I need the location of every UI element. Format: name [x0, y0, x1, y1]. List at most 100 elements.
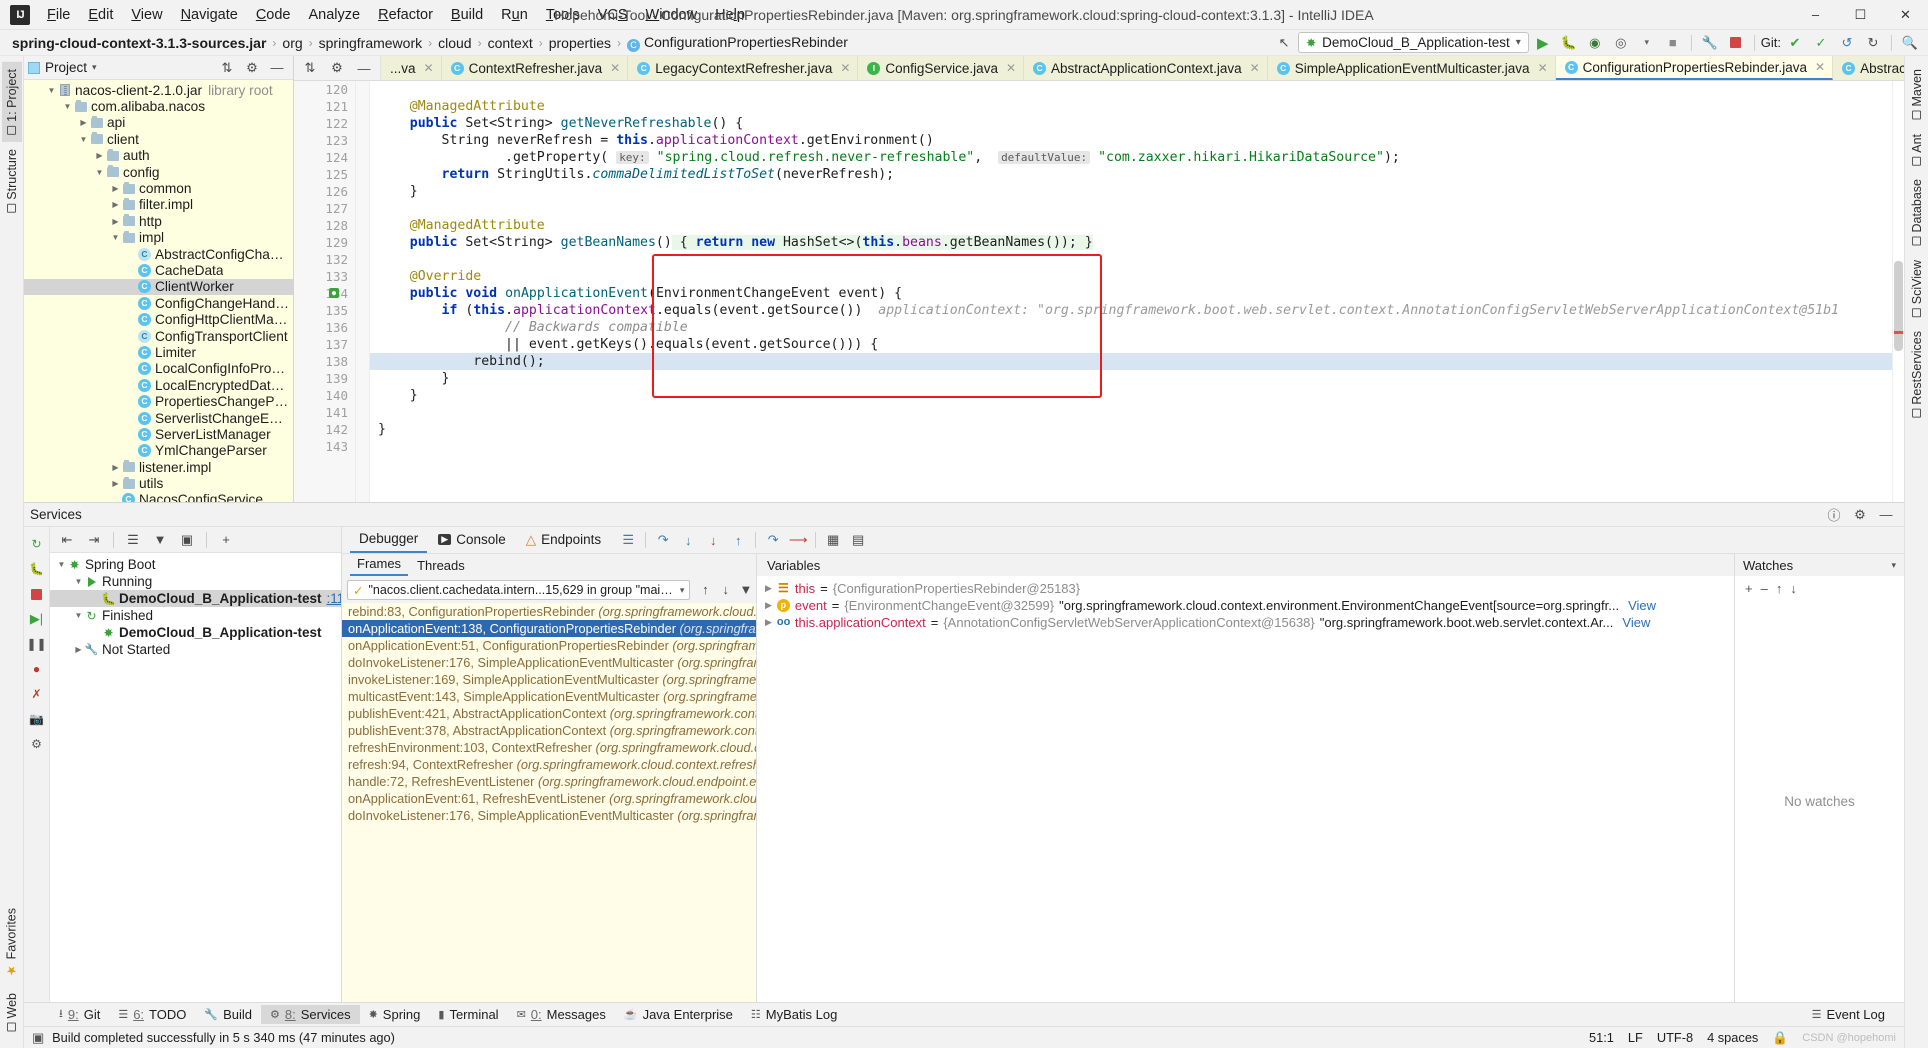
mute-icon[interactable]: ✗	[28, 685, 46, 703]
frame-row[interactable]: onApplicationEvent:138, ConfigurationPro…	[342, 620, 756, 637]
chevron-down-icon[interactable]: ▾	[1891, 560, 1896, 571]
tree-twisty-icon[interactable]: ▼	[94, 168, 105, 177]
expand-icon[interactable]: ▶	[765, 597, 772, 614]
project-tree-row[interactable]: C ConfigTransportClient	[24, 328, 293, 344]
sidebar-item-restservices[interactable]: RestServices	[1907, 324, 1927, 425]
thread-selector[interactable]: ✓ "nacos.client.cachedata.intern...15,62…	[347, 580, 691, 600]
close-icon[interactable]: ✕	[840, 61, 850, 75]
resume-icon[interactable]: ▶|	[28, 610, 46, 628]
project-tree-row[interactable]: ▶ utils	[24, 475, 293, 491]
code-line[interactable]: if (this.applicationContext.equals(event…	[378, 302, 1904, 319]
tree-twisty-icon[interactable]: ▼	[56, 560, 67, 569]
gutter-line-number[interactable]: 124	[294, 149, 355, 166]
menu-item-build[interactable]: Build	[442, 3, 492, 27]
tool-window-button-spring[interactable]: ✸ Spring	[360, 1005, 430, 1024]
code-line[interactable]: return StringUtils.commaDelimitedListToS…	[378, 166, 1904, 183]
project-tree-row[interactable]: ▼ nacos-client-2.1.0.jar library root	[24, 82, 293, 98]
code-line[interactable]: }	[378, 421, 1904, 438]
sidebar-item-web[interactable]: Web	[2, 986, 22, 1038]
remove-icon[interactable]: –	[1761, 581, 1768, 596]
run-with-coverage-icon[interactable]: ◉	[1583, 32, 1607, 54]
sidebar-item-database[interactable]: Database	[1907, 172, 1927, 253]
tree-twisty-icon[interactable]: ▶	[78, 118, 89, 127]
breadcrumb-root[interactable]: spring-cloud-context-3.1.3-sources.jar	[10, 35, 268, 51]
menu-item-window[interactable]: Window	[637, 3, 707, 27]
project-tree-row[interactable]: CPropertiesChangeParser	[24, 393, 293, 409]
settings-icon[interactable]: ⚙	[325, 57, 349, 79]
hide-icon[interactable]: —	[352, 57, 376, 79]
gutter-line-number[interactable]: 132	[294, 251, 355, 268]
pause-icon[interactable]: ❚❚	[26, 635, 46, 653]
tab-frames[interactable]: Frames	[350, 554, 409, 576]
editor-tab[interactable]: CAbstractApplicationEv✕	[1833, 56, 1904, 80]
sidebar-item-structure[interactable]: Structure	[2, 142, 22, 220]
project-tree-row[interactable]: C Limiter	[24, 344, 293, 360]
stop-icon[interactable]	[28, 585, 46, 603]
project-tree-row[interactable]: CLocalConfigInfoProcessor	[24, 361, 293, 377]
tool-window-button-mybatis-log[interactable]: ☷ MyBatis Log	[742, 1005, 846, 1024]
commit-icon[interactable]: ✓	[1809, 32, 1833, 54]
sidebar-item-sciview[interactable]: SciView	[1907, 253, 1927, 324]
step-out-icon[interactable]: ↑	[726, 529, 750, 551]
services-tree-row[interactable]: ✸ DemoCloud_B_Application-test	[50, 624, 341, 641]
step-into-icon[interactable]: ↓	[676, 529, 700, 551]
close-icon[interactable]: ✕	[424, 61, 434, 75]
gutter-line-number[interactable]: 122−	[294, 115, 367, 132]
menu-item-vcs[interactable]: VCS	[589, 3, 637, 27]
project-tree-row[interactable]: C ClientWorker	[24, 278, 293, 296]
frame-row[interactable]: handle:72, RefreshEventListener (org.spr…	[342, 773, 756, 790]
project-tree-row[interactable]: C ServerlistChangeEvent	[24, 410, 293, 426]
tree-twisty-icon[interactable]: ▶	[110, 479, 121, 488]
menu-item-edit[interactable]: Edit	[79, 3, 122, 27]
down-arrow-icon[interactable]: ↓	[716, 579, 736, 601]
project-tree-row[interactable]: ▶ http	[24, 213, 293, 229]
editor-tab[interactable]: C ContextRefresher.java ✕	[441, 56, 629, 80]
menu-item-run[interactable]: Run	[492, 3, 537, 27]
project-tree-row[interactable]: ▼ config	[24, 164, 293, 180]
check-icon[interactable]: ✔	[1783, 32, 1807, 54]
gutter-line-number[interactable]: 141	[294, 404, 355, 421]
tool-window-button-git[interactable]: ⭳ 9: Git	[50, 1003, 109, 1026]
menu-item-analyze[interactable]: Analyze	[300, 3, 370, 27]
tree-twisty-icon[interactable]: ▼	[73, 577, 84, 586]
expand-icon[interactable]: ▶	[765, 614, 772, 631]
frame-row[interactable]: rebind:83, ConfigurationPropertiesRebind…	[342, 603, 756, 620]
editor-fold-column[interactable]	[356, 81, 370, 502]
tree-twisty-icon[interactable]: ▶	[110, 200, 121, 209]
breakpoint-icon[interactable]: ●	[329, 288, 339, 298]
collapse-all-icon[interactable]: ⇥	[82, 529, 106, 551]
close-button[interactable]: ✕	[1883, 0, 1928, 30]
run-icon[interactable]: ▶	[1531, 32, 1555, 54]
editor-scrollbar[interactable]	[1892, 81, 1904, 502]
maximize-button[interactable]: ☐	[1838, 0, 1883, 30]
debug-icon[interactable]: 🐛	[1557, 32, 1581, 54]
menu-item-refactor[interactable]: Refactor	[369, 3, 442, 27]
services-tree[interactable]: ▼ ✸ Spring Boot ▼ Running 🐛 DemoCloud_B_Applic…	[50, 553, 341, 1002]
run-to-cursor-icon[interactable]: ⟶	[786, 529, 810, 551]
code-line[interactable]: // Backwards compatible	[378, 319, 1904, 336]
code-line[interactable]	[378, 81, 1904, 98]
code-line[interactable]: }	[378, 183, 1904, 200]
variable-row[interactable]: ▶ ☰ this = {ConfigurationPropertiesRebinder@…	[757, 580, 1734, 597]
gutter-line-number[interactable]: 126−	[294, 183, 367, 200]
tab-console[interactable]: ▶ Console	[429, 528, 514, 552]
tree-twisty-icon[interactable]: ▶	[94, 151, 105, 160]
menu-item-tools[interactable]: Tools	[537, 3, 589, 27]
settings-icon[interactable]: ⚙	[28, 735, 46, 753]
variables-list[interactable]: ▶ ☰ this = {ConfigurationPropertiesRebinder@…	[757, 576, 1734, 1002]
group-icon[interactable]: ☰	[121, 529, 145, 551]
debug-icon[interactable]: 🐛	[28, 560, 46, 578]
project-panel-title[interactable]: Project ▾	[28, 60, 97, 75]
gutter-line-number[interactable]: 121	[294, 98, 355, 115]
file-encoding[interactable]: UTF-8	[1657, 1030, 1693, 1045]
code-line[interactable]: .getProperty( key: "spring.cloud.refresh…	[378, 149, 1904, 166]
breadcrumb-item-org[interactable]: org	[280, 35, 304, 51]
editor-tab[interactable]: C SimpleApplicationEventMulticaster.java ✕	[1267, 56, 1556, 80]
tree-twisty-icon[interactable]: ▼	[46, 86, 57, 95]
project-tree-row[interactable]: ▼ com.alibaba.nacos	[24, 98, 293, 114]
code-line[interactable]: @ManagedAttribute	[378, 98, 1904, 115]
force-step-into-icon[interactable]: ↓	[701, 529, 725, 551]
project-tree-row[interactable]: C YmlChangeParser	[24, 443, 293, 459]
red-square-icon[interactable]	[1724, 32, 1748, 54]
tree-twisty-icon[interactable]: ▶	[110, 184, 121, 193]
